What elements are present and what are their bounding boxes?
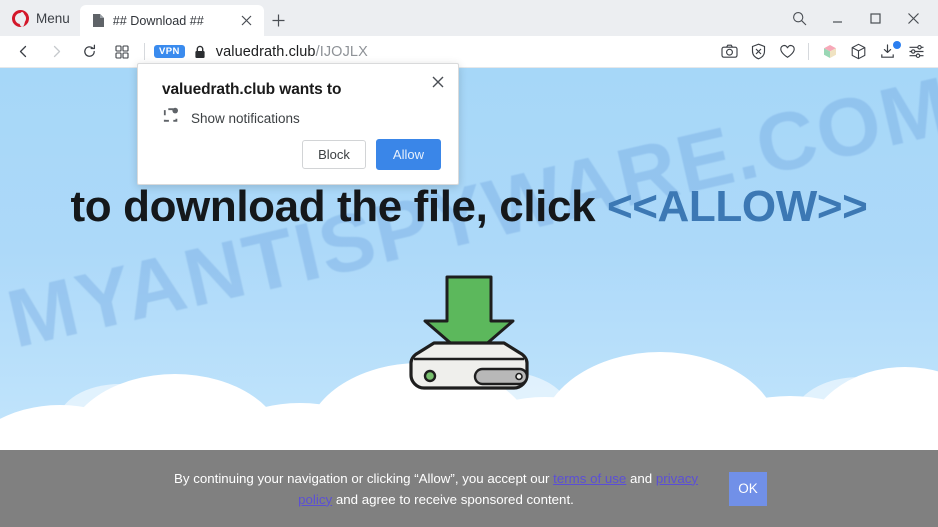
toolbar-right-icons: [715, 39, 938, 65]
tab-title: ## Download ##: [112, 13, 204, 28]
url-domain: valuedrath.club: [215, 43, 316, 60]
window-controls: [780, 0, 938, 36]
opera-logo-icon: [12, 9, 29, 27]
vpn-badge[interactable]: VPN: [154, 44, 185, 59]
padlock-icon[interactable]: [194, 45, 206, 59]
maximize-icon[interactable]: [856, 1, 894, 35]
headline-prefix: to download the file, click: [70, 182, 607, 231]
window-close-icon[interactable]: [894, 1, 932, 35]
back-arrow-icon[interactable]: [8, 39, 38, 65]
notification-permission-dialog: valuedrath.club wants to Show notificati…: [137, 63, 459, 185]
consent-text-part2: and: [626, 470, 656, 486]
tab-download[interactable]: ## Download ##: [79, 5, 264, 36]
headline-allow: <<ALLOW>>: [606, 182, 868, 231]
url-path: /IJOJLX: [315, 43, 368, 60]
tab-strip: ## Download ##: [79, 0, 294, 36]
toolbar-divider: [144, 43, 145, 60]
colored-cube-icon[interactable]: [815, 39, 844, 65]
toolbar-divider-2: [808, 43, 809, 60]
consent-text-part3: and agree to receive sponsored content.: [332, 491, 574, 507]
camera-icon[interactable]: [715, 39, 744, 65]
allow-button[interactable]: Allow: [375, 139, 441, 170]
consent-ok-button[interactable]: OK: [729, 471, 767, 506]
download-to-drive-icon: [409, 275, 529, 390]
consent-text: By continuing your navigation or clickin…: [171, 468, 701, 510]
grid-icon[interactable]: [107, 39, 137, 65]
forward-arrow-icon: [41, 39, 71, 65]
close-icon[interactable]: [238, 12, 256, 30]
dialog-actions: Block Allow: [302, 139, 441, 170]
shield-block-icon[interactable]: [744, 39, 773, 65]
download-badge: [893, 40, 901, 49]
download-illustration-wrap: [0, 273, 938, 399]
consent-text-part1: By continuing your navigation or clickin…: [173, 470, 554, 486]
sliders-icon[interactable]: [902, 39, 931, 65]
dialog-title: valuedrath.club wants to: [162, 81, 342, 98]
page-icon: [92, 13, 105, 28]
permission-row: Show notifications: [162, 107, 300, 129]
notification-bell-icon: [162, 107, 179, 129]
reload-icon[interactable]: [74, 39, 104, 65]
search-icon[interactable]: [780, 1, 818, 35]
terms-of-use-link[interactable]: terms of use: [553, 471, 626, 486]
url-text[interactable]: valuedrath.club/IJOJLX: [216, 44, 368, 60]
block-button[interactable]: Block: [302, 140, 366, 169]
dialog-close-icon[interactable]: [428, 72, 448, 92]
cube-icon[interactable]: [844, 39, 873, 65]
permission-label: Show notifications: [191, 110, 300, 126]
opera-menu-button[interactable]: Menu: [0, 0, 80, 36]
heart-icon[interactable]: [773, 39, 802, 65]
download-tray-icon[interactable]: [873, 39, 902, 65]
consent-bar: By continuing your navigation or clickin…: [0, 450, 938, 527]
browser-window: Menu ## Download ## VPN valuedrath.club/…: [0, 0, 938, 527]
title-bar: Menu ## Download ##: [0, 0, 938, 36]
menu-label: Menu: [36, 10, 70, 26]
new-tab-button[interactable]: [264, 5, 294, 36]
page-headline: to download the file, click <<ALLOW>>: [0, 182, 938, 232]
minimize-icon[interactable]: [818, 1, 856, 35]
